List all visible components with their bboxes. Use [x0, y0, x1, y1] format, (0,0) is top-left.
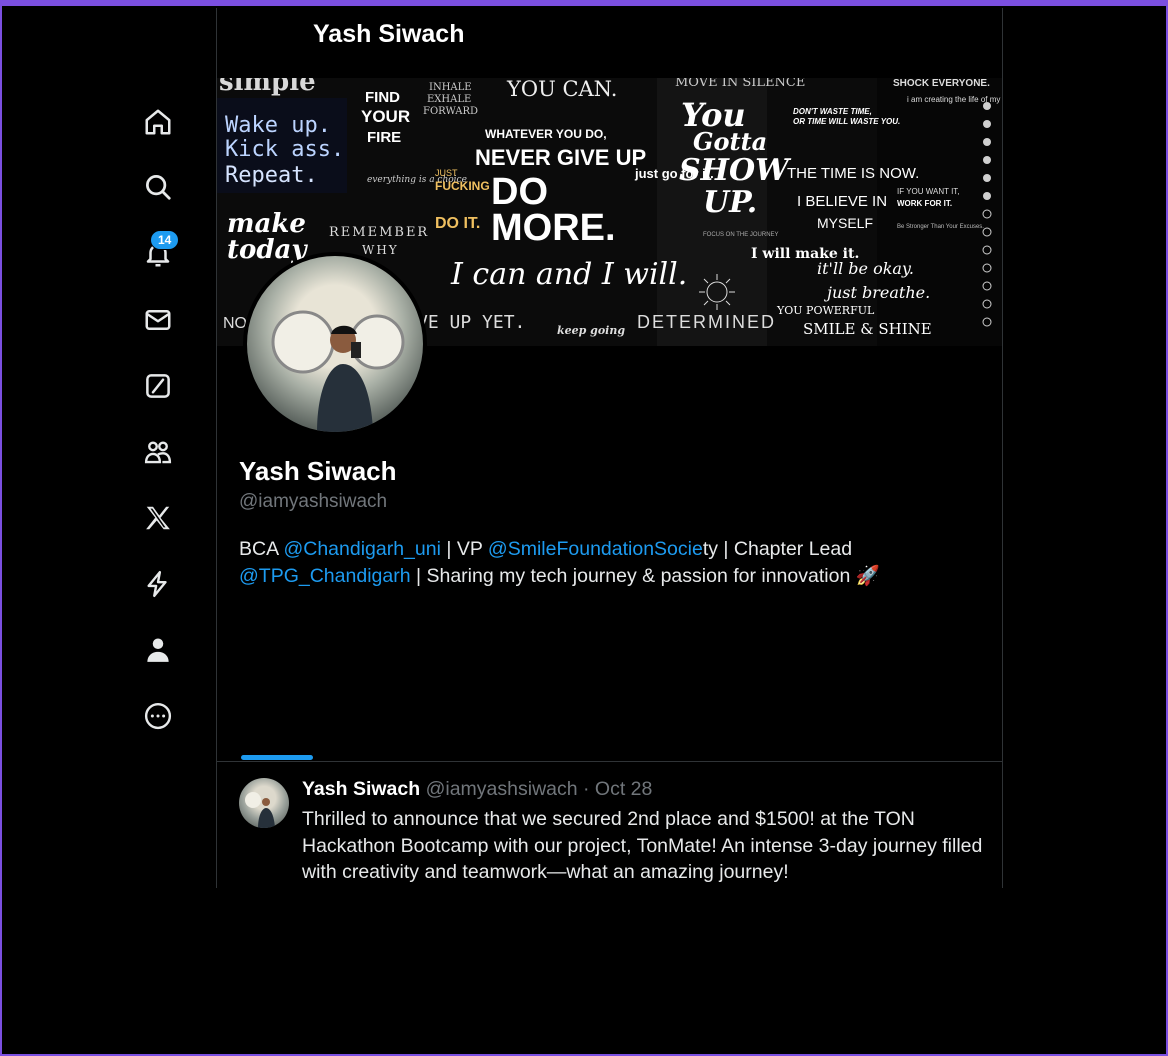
notification-badge: 14 [150, 230, 180, 250]
nav-premium[interactable] [130, 494, 186, 542]
banner-text-do-it: DO IT. [435, 215, 480, 232]
banner-text-more: MORE. [491, 207, 616, 249]
grok-icon [146, 374, 170, 398]
page-title: Yash Siwach [313, 20, 465, 48]
nav-profile[interactable] [130, 626, 186, 674]
banner-text-smile-shine: SMILE & SHINE [803, 320, 932, 338]
avatar-photo [271, 310, 405, 432]
active-tab-indicator [241, 755, 313, 760]
more-circle-icon [144, 702, 172, 730]
banner-text-wake-up: Wake up. [225, 113, 331, 138]
profile-name: Yash Siwach [239, 456, 397, 486]
post-avatar-photo [245, 792, 275, 828]
banner-text-fucking: FUCKING [435, 179, 490, 193]
banner-text-move: MOVE IN SILENCE [675, 78, 805, 90]
bio-text: | VP [440, 538, 488, 560]
banner-text-forward: FORWARD [423, 106, 478, 117]
banner-text-focus: FOCUS ON THE JOURNEY [703, 232, 779, 238]
rocket-icon: 🚀 [855, 565, 880, 587]
banner-text-believe: I BELIEVE IN [797, 193, 887, 210]
bio-text: BCA [239, 538, 284, 560]
nav-more[interactable] [130, 692, 186, 740]
nav-notifications[interactable]: 14 [130, 230, 186, 278]
banner-text-stronger: Be Stronger Than Your Excuses. [897, 224, 984, 230]
people-icon [144, 441, 172, 464]
banner-text-myself: MYSELF [817, 215, 873, 231]
nav-home[interactable] [130, 98, 186, 146]
profile-handle: @iamyashsiwach [239, 491, 388, 512]
banner-text-show: SHOW [679, 153, 792, 188]
lightning-icon [147, 570, 167, 598]
banner-text-breathe: just breathe. [824, 283, 930, 302]
nav-explore[interactable] [130, 163, 186, 211]
bio-link-chandigarh-uni[interactable]: @Chandigarh_uni [283, 538, 441, 560]
search-icon [146, 175, 171, 200]
profile-bio: BCA @Chandigarh_uni | VP @SmileFoundatio… [239, 536, 939, 590]
profile-header-bar: Yash Siwach [217, 8, 1002, 78]
post-meta[interactable]: @iamyashsiwach · Oct 28 [426, 778, 653, 800]
banner-text-kick-ass: Kick ass. [225, 137, 344, 162]
home-icon [145, 109, 171, 135]
post-text: Thrilled to announce that we secured 2nd… [302, 808, 983, 883]
bio-link-smile-foundation[interactable]: @SmileFoundationSocie [488, 538, 703, 560]
post-author-name[interactable]: Yash Siwach [302, 778, 420, 800]
person-icon [147, 638, 169, 662]
profile-avatar[interactable] [243, 252, 427, 436]
banner-text-repeat: Repeat. [225, 163, 318, 188]
banner-text-if-you-want: IF YOU WANT IT, [897, 187, 960, 196]
nav-verified-orgs[interactable] [130, 560, 186, 608]
banner-text-inhale: INHALE [429, 82, 472, 93]
bio-text: | Sharing my tech journey & passion for … [410, 565, 856, 587]
banner-text-why: WHY [362, 243, 399, 257]
post-header: Yash Siwach @iamyashsiwach · Oct 28 [302, 778, 652, 801]
banner-text-exhale: EXHALE [427, 94, 471, 105]
banner-text-you-can: YOU CAN. [506, 78, 617, 101]
nav-messages[interactable] [130, 296, 186, 344]
banner-text-simple: simple [219, 78, 316, 97]
banner-text-just: JUST [435, 168, 458, 178]
banner-text-whatever: WHATEVER YOU DO, [485, 127, 607, 141]
mail-icon [145, 310, 171, 330]
banner-text-time-is-now: THE TIME IS NOW. [787, 165, 919, 182]
banner-text-fire: FIRE [367, 129, 401, 146]
post-item[interactable]: Yash Siwach @iamyashsiwach · Oct 28 Thri… [217, 762, 1002, 888]
banner-text-ve-up-yet: VE UP YET. [417, 312, 525, 333]
banner-text-you-powerful: YOU POWERFUL [776, 304, 875, 317]
banner-text-remember: REMEMBER [329, 225, 429, 240]
banner-text-i-can-and-i-will: I can and I will. [450, 257, 687, 292]
banner-text-dont-waste: DON'T WASTE TIME, [793, 107, 872, 116]
banner-text-be-okay: it'll be okay. [817, 259, 914, 278]
banner-text-gotta: Gotta [693, 127, 767, 156]
banner-text-shock: SHOCK EVERYONE. [893, 78, 990, 89]
banner-text-keep-going: keep going [557, 324, 625, 337]
banner-text-or-time: OR TIME WILL WASTE YOU. [793, 117, 900, 126]
banner-text-determined: DETERMINED [637, 312, 776, 332]
banner-text-up: UP. [703, 185, 757, 220]
post-avatar[interactable] [239, 778, 289, 828]
banner-text-never-give-up: NEVER GIVE UP [475, 145, 646, 170]
profile-column: Yash Siwach simple FIND YOUR FIRE INHALE… [216, 8, 1003, 888]
bio-text: ty | Chapter Lead [702, 538, 853, 560]
bio-link-tpg-chandigarh[interactable]: @TPG_Chandigarh [239, 565, 411, 587]
x-logo-icon [146, 506, 170, 530]
nav-grok[interactable] [130, 362, 186, 410]
banner-text-work-for-it: WORK FOR IT. [897, 199, 952, 208]
banner-text-find: FIND [365, 89, 400, 106]
nav-communities[interactable] [130, 428, 186, 476]
banner-text-your: YOUR [361, 107, 410, 126]
